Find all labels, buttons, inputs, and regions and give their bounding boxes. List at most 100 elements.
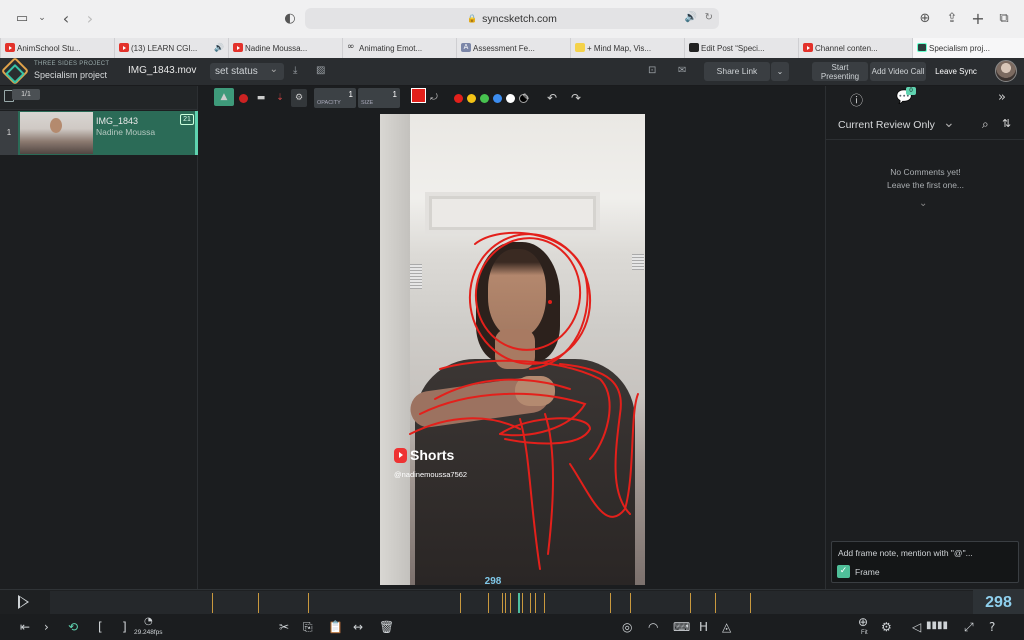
current-frame[interactable]: 298 xyxy=(973,590,1024,615)
annotation-marker[interactable] xyxy=(460,593,461,613)
item-thumbnail[interactable] xyxy=(20,112,93,154)
tab-item[interactable]: (13) LEARN CGI... 🔊 xyxy=(114,38,228,58)
annotation-marker[interactable] xyxy=(610,593,611,613)
undo-icon[interactable]: ↶ xyxy=(544,89,560,107)
eyedropper-icon[interactable]: ✎ xyxy=(519,89,533,107)
paste-icon[interactable]: 📋 xyxy=(328,620,343,634)
annotation-marker[interactable] xyxy=(488,593,489,613)
annotation-marker[interactable] xyxy=(544,593,545,613)
pin-icon[interactable]: ⇣ xyxy=(273,89,287,107)
privacy-shield-icon[interactable]: ◐ xyxy=(282,10,298,26)
annotation-marker[interactable] xyxy=(715,593,716,613)
tab-item[interactable]: A Assessment Fe... xyxy=(456,38,570,58)
opacity-slider[interactable]: OPACITY 1 xyxy=(314,88,356,108)
h-icon[interactable]: H xyxy=(699,620,708,634)
help-icon[interactable]: ? xyxy=(989,620,995,634)
active-color-swatch[interactable] xyxy=(411,88,426,103)
speaker-icon[interactable]: 🔊 xyxy=(685,12,697,23)
in-point-icon[interactable]: [ xyxy=(98,620,103,634)
info-icon[interactable]: ⓘ xyxy=(850,90,863,109)
share-options-chevron-icon[interactable]: ⌄ xyxy=(771,62,789,81)
chevron-down-icon[interactable]: ⌄ xyxy=(943,115,955,131)
size-slider[interactable]: SIZE 1 xyxy=(358,88,400,108)
play-icon[interactable] xyxy=(18,595,29,609)
speaker-icon[interactable]: 🔊 xyxy=(214,43,224,52)
scissors-icon[interactable]: ✂ xyxy=(279,620,289,634)
annotation-marker[interactable] xyxy=(308,593,309,613)
redo-icon[interactable]: ↷ xyxy=(568,89,584,107)
chevron-down-icon[interactable]: ⌄ xyxy=(34,10,50,26)
gear-icon[interactable]: ⚙ xyxy=(291,89,307,107)
set-status-dropdown[interactable]: set status xyxy=(210,61,284,80)
tab-item[interactable]: + Mind Map, Vis... xyxy=(570,38,684,58)
project-name[interactable]: Specialism project xyxy=(34,70,107,80)
sort-icon[interactable]: ⇅ xyxy=(1002,117,1011,130)
annotation-marker[interactable] xyxy=(530,593,531,613)
tab-item[interactable]: Nadine Moussa... xyxy=(228,38,342,58)
address-bar[interactable]: 🔒 syncsketch.com 🔊 ↻ xyxy=(305,8,719,29)
tab-item[interactable]: AnimSchool Stu... xyxy=(0,38,114,58)
out-point-icon[interactable]: ] xyxy=(122,620,127,634)
speed-icon[interactable]: ◔ xyxy=(144,616,153,627)
next-frame-icon[interactable]: › xyxy=(44,620,49,634)
double-chevron-down-icon[interactable]: ⌄ xyxy=(919,198,927,209)
gear-icon[interactable]: ⚙ xyxy=(881,620,892,634)
volume-icon[interactable]: ◁ xyxy=(912,620,921,634)
annotation-marker[interactable] xyxy=(505,593,506,613)
first-frame-icon[interactable]: ⇤ xyxy=(20,620,30,634)
new-tab-icon[interactable]: + xyxy=(970,9,986,28)
annotation-marker[interactable] xyxy=(502,593,503,613)
avatar[interactable] xyxy=(995,60,1017,82)
start-presenting-button[interactable]: Start Presenting xyxy=(812,62,868,81)
leave-sync-button[interactable]: Leave Sync xyxy=(929,62,983,81)
copy-icon[interactable]: ⎘ xyxy=(303,620,313,635)
sidebar-toggle-icon[interactable]: ▭ xyxy=(14,10,30,26)
download-icon[interactable]: ⤓ xyxy=(293,65,297,76)
tab-overview-icon[interactable]: ⧉ xyxy=(996,10,1012,26)
ghost-icon[interactable]: ◠ xyxy=(648,620,658,634)
record-icon[interactable] xyxy=(236,89,250,107)
share-link-button[interactable]: Share Link xyxy=(704,62,770,81)
annotation-marker[interactable] xyxy=(212,593,213,613)
compare-icon[interactable]: ◬ xyxy=(722,620,731,634)
color-swatch[interactable] xyxy=(480,94,489,103)
annotation-marker[interactable] xyxy=(630,593,631,613)
trash-icon[interactable]: 🗑 xyxy=(379,620,394,634)
color-swatch[interactable] xyxy=(493,94,502,103)
eye-off-icon[interactable]: ◎ xyxy=(622,620,632,634)
list-item[interactable]: 1 IMG_1843 Nadine Moussa 21 xyxy=(0,111,198,155)
download-icon[interactable]: ⊕ xyxy=(917,10,933,26)
frame-checkbox[interactable]: ✓ xyxy=(837,565,850,578)
syncsketch-logo[interactable] xyxy=(0,56,30,86)
collapse-panel-icon[interactable]: » xyxy=(998,90,1006,105)
color-swatch[interactable] xyxy=(506,94,515,103)
search-icon[interactable]: ⌕ xyxy=(982,117,989,132)
split-icon[interactable]: ↔ xyxy=(353,620,363,634)
annotation-marker[interactable] xyxy=(258,593,259,613)
tab-item[interactable]: ∞ Animating Emot... xyxy=(342,38,456,58)
pen-tool-icon[interactable]: ▲ xyxy=(214,88,234,106)
tab-item[interactable]: Channel conten... xyxy=(798,38,912,58)
annotation-marker[interactable] xyxy=(535,593,536,613)
fullscreen-icon[interactable]: ⤢ xyxy=(964,620,974,635)
color-swatch[interactable] xyxy=(454,94,463,103)
timeline-track[interactable] xyxy=(50,591,973,614)
swap-colors-icon[interactable]: ⤾ xyxy=(429,89,439,107)
back-icon[interactable]: ‹ xyxy=(58,9,74,28)
playhead[interactable] xyxy=(518,593,520,613)
annotation-marker[interactable] xyxy=(522,593,523,613)
loop-icon[interactable]: ⟲ xyxy=(68,620,78,634)
keyboard-icon[interactable]: ⌨ xyxy=(673,620,690,634)
tab-item[interactable]: Specialism proj... xyxy=(912,38,1024,58)
share-icon[interactable]: ⇪ xyxy=(944,10,960,26)
image-icon[interactable]: ▨ xyxy=(316,65,325,76)
forward-icon[interactable]: › xyxy=(82,9,98,28)
tab-item[interactable]: Edit Post “Speci... xyxy=(684,38,798,58)
lock-icon[interactable]: ⊡ xyxy=(648,65,656,76)
mail-icon[interactable]: ✉ xyxy=(678,65,686,76)
annotation-marker[interactable] xyxy=(750,593,751,613)
filter-dropdown[interactable]: Current Review Only xyxy=(838,119,935,131)
zoom-fit-icon[interactable]: ⊕ xyxy=(858,615,868,629)
frame-note-input[interactable]: Add frame note, mention with "@"... ✓ Fr… xyxy=(831,541,1019,583)
annotation-marker[interactable] xyxy=(690,593,691,613)
